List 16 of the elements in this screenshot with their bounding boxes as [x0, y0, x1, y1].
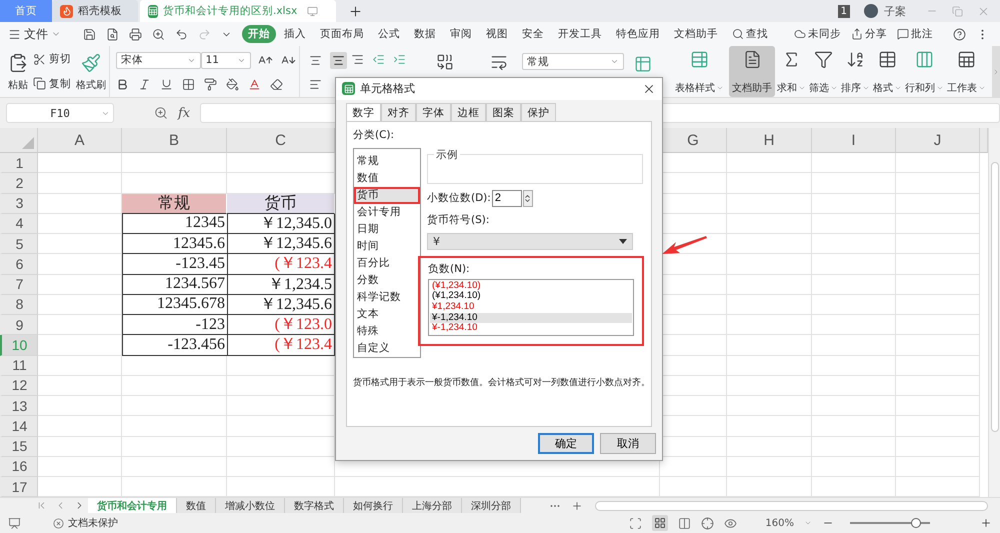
table-cell: 1234.567 [122, 274, 227, 295]
dialog-title: 单元格格式 [360, 81, 416, 96]
table-cell: -123.456 [122, 335, 227, 356]
table-cell: 货币 [227, 194, 335, 214]
category-label: 分类(C): [353, 128, 396, 142]
currency-symbol-label: 货币符号(S): [427, 212, 490, 227]
group-label: 示例 [435, 148, 459, 162]
table-cell: -123 [122, 315, 227, 336]
format-description: 货币格式用于表示一般货币数值。会计格式可对一列数值进行小数点对齐。 [353, 376, 645, 389]
table-cell: -123.45 [122, 254, 227, 274]
table-cell: 常规 [122, 194, 227, 214]
negative-numbers-label: 负数(N): [428, 262, 471, 276]
table-cell: 12345.6 [122, 234, 227, 254]
decimal-places-label: 小数位数(D): [427, 191, 491, 206]
table-cell: 12345.678 [122, 294, 227, 315]
table-cell: 12345 [122, 214, 227, 234]
